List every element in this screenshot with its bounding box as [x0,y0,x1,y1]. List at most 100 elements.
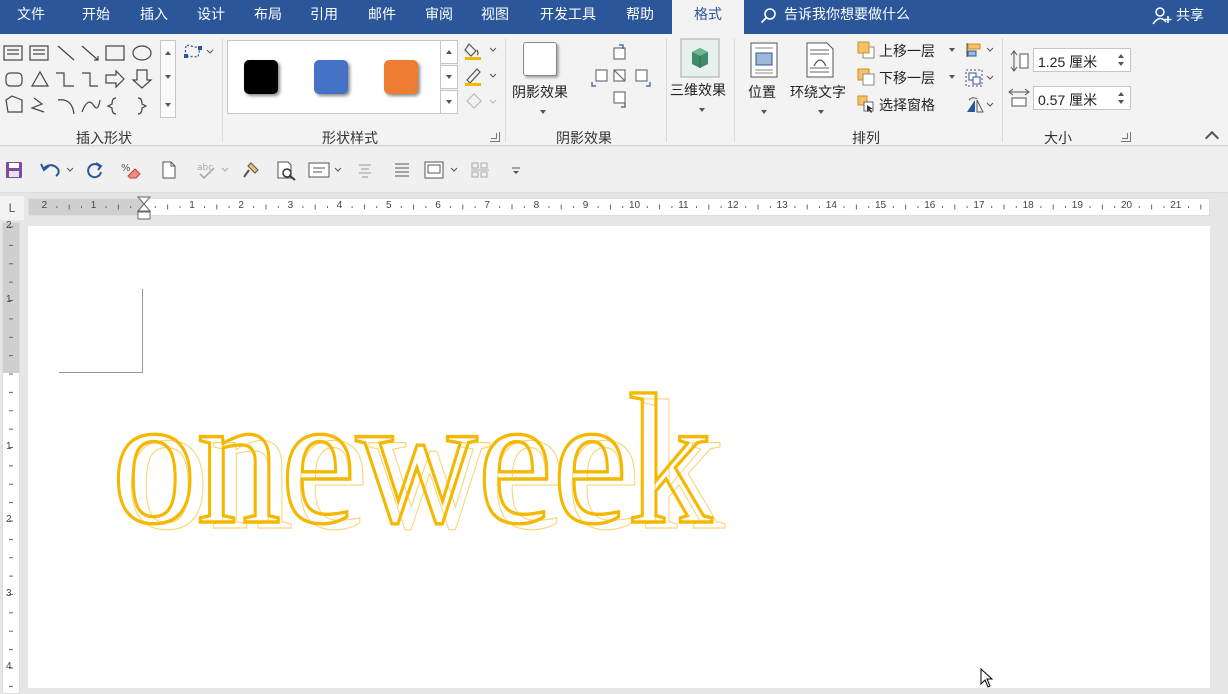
styles-scroll-up[interactable] [440,40,458,64]
tab-layout[interactable]: 布局 [240,0,296,34]
wordart-text[interactable]: oneweek oneweek [28,326,748,566]
styles-more[interactable] [440,90,458,114]
ruler-number: 9 [582,200,589,211]
group-insert-shapes-label: 插入形状 [76,130,132,146]
tab-review[interactable]: 审阅 [411,0,467,34]
tell-me-box[interactable]: 告诉我你想要做什么 [760,0,910,34]
ruler-number: 20 [1121,200,1133,211]
tab-home[interactable]: 开始 [68,0,124,34]
ruler-number: 2 [6,514,12,525]
vertical-ruler[interactable]: 2 1 1 2 3 4 [2,220,20,694]
style-swatch-orange[interactable] [384,60,418,94]
send-backward-button[interactable]: 下移一层 [879,68,935,88]
tab-view[interactable]: 视图 [467,0,523,34]
style-swatch-blue[interactable] [314,60,348,94]
ruler-number: 7 [484,200,490,211]
shadow-nudge-icons[interactable] [588,42,660,114]
tab-design[interactable]: 设计 [183,0,239,34]
bring-forward-caret[interactable] [949,48,955,52]
picture-layout-icon[interactable] [424,161,460,179]
tab-stop-selector[interactable]: L [0,196,24,220]
height-increase[interactable] [1118,54,1124,58]
rotate-icon[interactable] [965,96,997,114]
shape-width-value: 0.57 厘米 [1038,92,1098,108]
tell-me-text: 告诉我你想要做什么 [784,6,910,22]
group-objects-icon[interactable] [965,69,997,87]
shadow-effects-icon[interactable] [523,42,557,76]
tab-references[interactable]: 引用 [296,0,352,34]
shape-styles-launcher[interactable] [490,132,500,142]
spelling-icon[interactable]: abc [196,161,232,179]
three-d-effects-button[interactable]: 三维效果 [670,80,726,100]
style-swatch-black[interactable] [244,60,278,94]
height-decrease[interactable] [1118,62,1124,66]
distribute-icon[interactable] [470,161,490,179]
indent-marker[interactable] [137,196,151,220]
width-increase[interactable] [1118,92,1124,96]
ruler-number: 4 [6,661,12,672]
shape-height-value: 1.25 厘米 [1038,54,1098,70]
ribbon-format: 插入形状 形状样式 阴影效果 阴影效果 三维效果 位置 环绕文字 上移一层 下移… [0,34,1228,146]
group-divider [734,38,735,142]
shape-height-field[interactable]: 1.25 厘米 [1033,48,1131,72]
wrap-text-icon[interactable] [805,42,835,78]
shape-fill-icon[interactable] [464,40,500,60]
styles-scroll-down[interactable] [440,65,458,89]
redo-icon[interactable] [86,161,104,179]
send-backward-caret[interactable] [949,75,955,79]
customize-toolbar-icon[interactable] [510,161,522,179]
format-painter-icon[interactable] [242,161,260,179]
position-icon[interactable] [749,42,779,78]
shape-styles-gallery[interactable] [227,40,441,114]
ruler-number: 5 [386,200,392,211]
justify-icon[interactable] [393,161,411,179]
ruler-number: 19 [1071,200,1083,211]
shape-width-icon [1008,88,1030,107]
save-icon[interactable] [5,161,23,179]
undo-icon[interactable] [40,161,74,179]
tab-mailings[interactable]: 邮件 [354,0,410,34]
tab-help[interactable]: 帮助 [612,0,668,34]
tab-insert[interactable]: 插入 [126,0,182,34]
wrap-text-button[interactable]: 环绕文字 [790,82,846,102]
edit-shape-icon[interactable] [182,42,214,60]
tab-file[interactable]: 文件 [0,0,62,34]
shapes-gallery-scroll[interactable] [160,40,176,118]
tab-developer[interactable]: 开发工具 [530,0,606,34]
shadow-effects-button[interactable]: 阴影效果 [512,82,568,102]
ruler-number: 4 [336,200,343,211]
align-icon[interactable] [965,42,997,58]
selection-pane-button[interactable]: 选择窗格 [879,95,935,115]
align-center-icon[interactable] [356,161,374,179]
collapse-ribbon-icon[interactable] [1204,130,1220,146]
search-icon [760,8,776,24]
text-box-icon[interactable] [308,161,344,179]
horizontal-ruler[interactable]: 2 1 1 2 3 4 5 6 7 8 9 10 11 12 13 14 15 16 17 18 19 20 21 [28,196,1210,220]
tab-format[interactable]: 格式 [672,0,744,34]
share-button[interactable]: 共享 [1152,0,1204,34]
three-d-effects-icon[interactable] [680,38,720,78]
bring-forward-button[interactable]: 上移一层 [879,41,935,61]
shape-width-field[interactable]: 0.57 厘米 [1033,86,1131,110]
ruler-number: 3 [287,200,294,211]
size-launcher[interactable] [1121,132,1131,142]
ruler-number: 21 [1170,200,1182,211]
ruler-number: 12 [727,200,739,211]
ruler-number: 6 [435,200,441,211]
new-document-icon[interactable] [160,161,178,179]
wordart-main: oneweek [112,357,712,563]
eraser-format-icon[interactable]: % [120,161,142,179]
bring-forward-icon [857,41,875,59]
width-decrease[interactable] [1118,100,1124,104]
position-button[interactable]: 位置 [748,82,776,102]
change-shape-icon[interactable] [464,92,500,112]
print-preview-icon[interactable] [276,161,296,181]
send-backward-icon [857,68,875,86]
shape-outline-icon[interactable] [464,66,500,86]
shapes-gallery[interactable] [2,40,162,120]
ruler-number: 13 [776,200,788,211]
ruler-number: 18 [1022,200,1034,211]
ruler-number: 1 [6,440,12,452]
document-page[interactable]: oneweek oneweek [28,226,1210,688]
selection-pane-icon [857,95,874,113]
